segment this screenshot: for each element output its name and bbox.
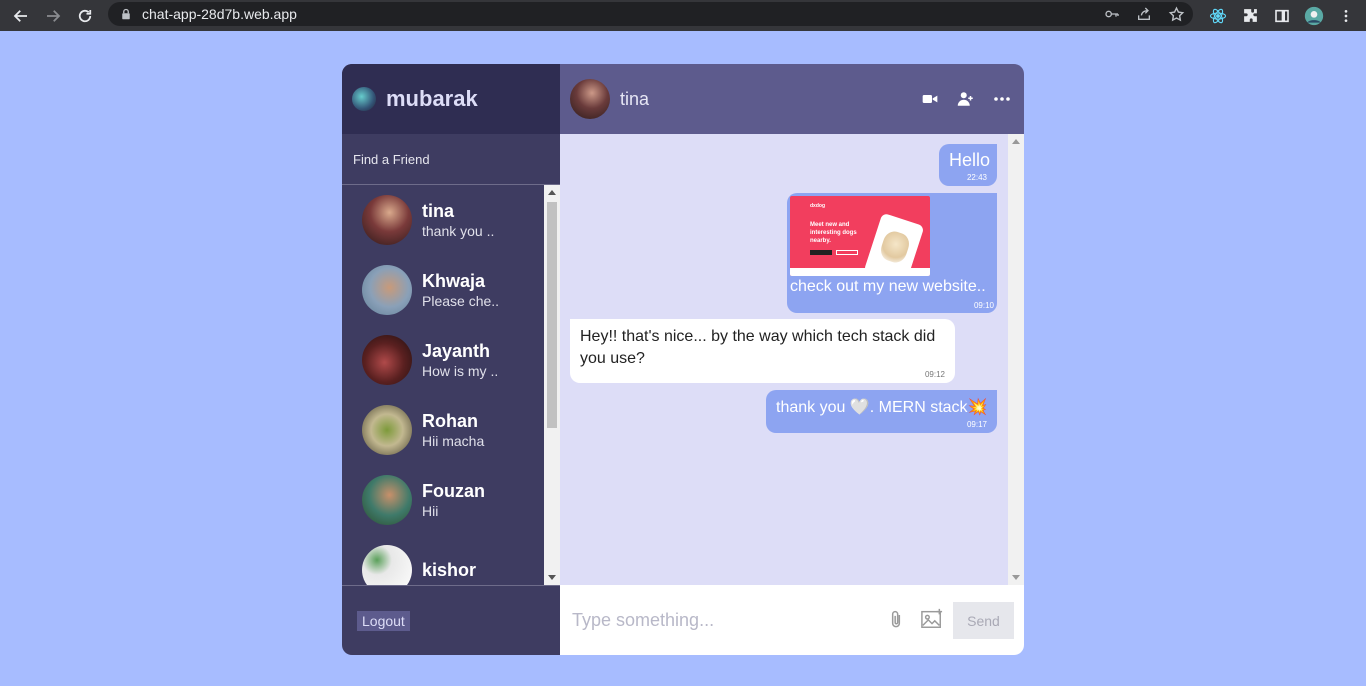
address-bar[interactable]: chat-app-28d7b.web.app: [108, 2, 1193, 26]
chat-item-last-message: Hii macha: [422, 433, 485, 449]
share-icon[interactable]: [1135, 5, 1153, 23]
website-screenshot-image[interactable]: dxdog Meet new and interesting dogs near…: [790, 196, 930, 276]
scroll-down-icon[interactable]: [1012, 575, 1020, 580]
chat-item-fouzan[interactable]: Fouzan Hii: [342, 465, 560, 535]
scrollbar-thumb[interactable]: [547, 202, 557, 428]
current-user-name: mubarak: [386, 86, 478, 111]
send-button[interactable]: Send: [953, 602, 1014, 639]
image-brand-text: dxdog: [810, 203, 825, 209]
message-bubble-owner: dxdog Meet new and interesting dogs near…: [787, 193, 997, 313]
chat-item-kishor[interactable]: kishor: [342, 535, 560, 585]
image-cta-secondary: [836, 250, 858, 255]
message-input-bar: Send: [560, 585, 1024, 655]
message-bubble-other: Hey!! that's nice... by the way which te…: [570, 319, 955, 383]
chat-item-last-message: Hii: [422, 503, 439, 519]
lock-icon: [120, 7, 134, 21]
chat-item-name: Rohan: [422, 411, 478, 431]
avatar: [362, 545, 412, 585]
current-user-avatar: [352, 87, 376, 111]
logout-button[interactable]: Logout: [357, 610, 410, 631]
attachment-icon[interactable]: [886, 610, 906, 630]
extensions-icon[interactable]: [1240, 6, 1260, 26]
message-text: check out my new website..: [790, 278, 986, 295]
search-bar: [342, 134, 560, 185]
sidebar: mubarak tina thank you .. Khwaja Please …: [342, 64, 560, 655]
react-devtools-icon[interactable]: [1208, 6, 1228, 26]
image-cta-primary: [810, 250, 832, 255]
more-options-icon[interactable]: [992, 89, 1012, 109]
message-text: Hey!! that's nice... by the way which te…: [580, 328, 936, 367]
image-bottom-strip: [790, 268, 930, 276]
message-time: 09:17: [966, 420, 987, 429]
back-icon[interactable]: [5, 0, 37, 31]
message-text: Hello: [949, 150, 991, 170]
chat-item-name: Khwaja: [422, 271, 486, 291]
reload-icon[interactable]: [69, 0, 101, 31]
chat-list-scrollbar[interactable]: [544, 185, 560, 585]
messages-scrollbar[interactable]: [1008, 134, 1024, 585]
avatar: [362, 265, 412, 315]
sidebar-navbar: mubarak: [342, 64, 560, 134]
avatar: [362, 335, 412, 385]
chat-item-tina[interactable]: tina thank you ..: [342, 185, 560, 255]
chat-item-name: Jayanth: [422, 341, 491, 361]
scroll-up-icon[interactable]: [1012, 139, 1020, 144]
image-headline-text: Meet new and interesting dogs nearby.: [810, 222, 857, 244]
chat-app: mubarak tina thank you .. Khwaja Please …: [342, 64, 1024, 655]
contact-name: tina: [620, 88, 650, 109]
chat-item-rohan[interactable]: Rohan Hii macha: [342, 395, 560, 465]
key-icon[interactable]: [1103, 5, 1121, 23]
sidepanel-icon[interactable]: [1272, 6, 1292, 26]
message-input[interactable]: [572, 609, 872, 631]
message-bubble-owner: thank you 🤍. MERN stack💥 09:17: [766, 390, 997, 433]
video-camera-icon[interactable]: [920, 89, 940, 109]
chat-item-jayanth[interactable]: Jayanth How is my ..: [342, 325, 560, 395]
chat-panel: tina Hello 22:43 dxdog Meet new and inte…: [560, 64, 1024, 655]
add-image-icon[interactable]: [920, 608, 944, 630]
avatar: [362, 475, 412, 525]
contact-avatar: [570, 79, 610, 119]
avatar: [362, 405, 412, 455]
scroll-down-icon[interactable]: [548, 575, 556, 580]
find-friend-input[interactable]: [353, 151, 543, 167]
sidebar-footer: Logout: [342, 585, 560, 655]
chat-item-last-message: How is my ..: [422, 363, 499, 379]
messages-area: Hello 22:43 dxdog Meet new and interesti…: [560, 134, 1024, 585]
chat-item-name: tina: [422, 201, 455, 221]
chat-item-last-message: Please che..: [422, 293, 500, 309]
message-time: 09:10: [973, 301, 994, 310]
forward-icon[interactable]: [37, 0, 69, 31]
scroll-up-icon[interactable]: [548, 190, 556, 195]
message-bubble-owner: Hello 22:43: [939, 144, 997, 186]
add-user-icon[interactable]: [956, 89, 976, 109]
url-text: chat-app-28d7b.web.app: [142, 6, 297, 22]
chat-item-name: kishor: [422, 560, 477, 580]
star-icon[interactable]: [1167, 5, 1185, 23]
chat-item-khwaja[interactable]: Khwaja Please che..: [342, 255, 560, 325]
chat-item-name: Fouzan: [422, 481, 485, 501]
avatar: [362, 195, 412, 245]
message-time: 09:12: [924, 370, 945, 379]
message-time: 22:43: [966, 173, 987, 182]
chat-item-last-message: thank you ..: [422, 223, 495, 239]
profile-icon[interactable]: [1304, 6, 1324, 26]
browser-toolbar: chat-app-28d7b.web.app: [0, 0, 1366, 31]
menu-icon[interactable]: [1336, 6, 1356, 26]
chat-header: tina: [560, 64, 1024, 134]
chat-list: tina thank you .. Khwaja Please che.. Ja…: [342, 185, 560, 585]
message-text: thank you 🤍. MERN stack💥: [776, 399, 988, 416]
